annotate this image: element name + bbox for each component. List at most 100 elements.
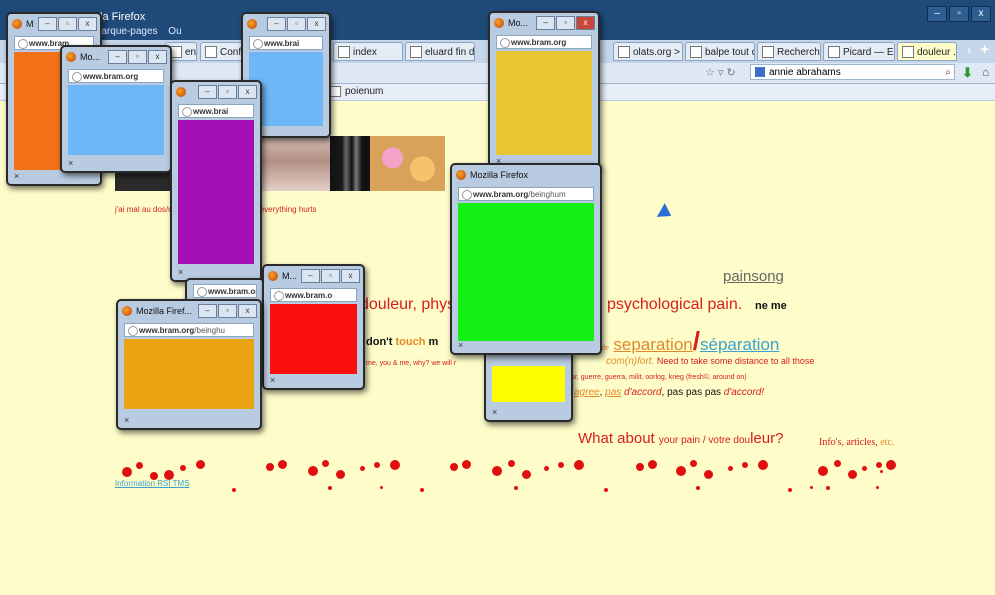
popup-controls: – ▫ x: [38, 17, 97, 31]
popup-minimize-button[interactable]: –: [38, 17, 57, 31]
popup-minimize-button[interactable]: –: [267, 17, 286, 31]
red-dot: [336, 470, 345, 479]
rsi-info-link[interactable]: Information RSI TMS: [115, 479, 190, 488]
popup-window-yellow-bottom[interactable]: ×: [484, 350, 573, 422]
popup-window-purple[interactable]: – ▫ x www.brai ×: [170, 80, 262, 282]
popup-window-light-blue[interactable]: Mo... – ▫ x www.bram.org ×: [60, 45, 172, 173]
red-dot: [558, 462, 564, 468]
agree-link[interactable]: agree: [574, 387, 600, 398]
popup-minimize-button[interactable]: –: [301, 269, 320, 283]
maximize-button[interactable]: ▫: [949, 6, 969, 22]
popup-controls: – ▫ x: [198, 304, 257, 318]
daccord-end-text: d'accord!: [723, 387, 765, 398]
reload-icon[interactable]: ☆ ▿ ↻: [705, 66, 736, 79]
popup-url-bar[interactable]: www.bram.org: [68, 69, 164, 83]
menu-item-outils[interactable]: Ou: [168, 26, 181, 37]
browser-tab[interactable]: eluard fin d...: [405, 42, 475, 61]
popup-minimize-button[interactable]: –: [198, 85, 217, 99]
popup-url-bar[interactable]: www.bram.org/beinghu: [124, 323, 254, 337]
red-dot: [834, 460, 841, 467]
bookmark-poienum[interactable]: poienum: [330, 86, 383, 97]
popup-url-bar[interactable]: www.bram.org/: [193, 284, 257, 298]
home-icon[interactable]: ⌂: [982, 65, 989, 79]
browser-tab[interactable]: index: [333, 42, 403, 61]
touch-link[interactable]: touch: [396, 336, 426, 348]
ne-me-text: ne me: [755, 300, 787, 312]
download-icon[interactable]: ⬇: [962, 65, 973, 81]
popup-maximize-button[interactable]: ▫: [287, 17, 306, 31]
separation-link[interactable]: separation: [613, 335, 692, 354]
popup-maximize-button[interactable]: ▫: [58, 17, 77, 31]
close-button[interactable]: x: [971, 6, 991, 22]
red-dot: [278, 460, 287, 469]
red-dot: [380, 486, 383, 489]
popup-maximize-button[interactable]: ▫: [556, 16, 575, 30]
separation-fr-link[interactable]: séparation: [700, 335, 779, 354]
popup-minimize-button[interactable]: –: [198, 304, 217, 318]
browser-tab[interactable]: Picard — Eq...: [823, 42, 895, 61]
red-dot: [690, 460, 697, 467]
pas-link[interactable]: pas: [605, 387, 621, 398]
red-dot: [360, 466, 365, 471]
popup-minimize-button[interactable]: –: [536, 16, 555, 30]
popup-status-close-icon[interactable]: ×: [178, 267, 183, 277]
tab-favicon-icon: [618, 46, 630, 59]
comfort-link[interactable]: com(n)fort.: [606, 356, 654, 367]
search-icon[interactable]: ⌕: [945, 65, 954, 81]
tab-overflow-button[interactable]: ›: [967, 43, 971, 57]
red-dot: [508, 460, 515, 467]
browser-tab[interactable]: olats.org > ...: [613, 42, 683, 61]
tab-label: olats.org > ...: [633, 47, 682, 58]
popup-url-bar[interactable]: www.brai: [249, 36, 323, 50]
popup-window-green[interactable]: Mozilla Firefox www.bram.org/beinghum ×: [450, 163, 602, 355]
etc-link[interactable]: etc.: [880, 437, 894, 448]
popup-close-button[interactable]: x: [238, 304, 257, 318]
new-tab-button[interactable]: +: [980, 41, 989, 58]
popup-status-close-icon[interactable]: ×: [14, 171, 19, 181]
red-dot: [880, 470, 883, 473]
dont-touch-rest: m: [425, 336, 439, 348]
popup-window-yellow-top[interactable]: Mo... – ▫ x www.bram.org ×: [488, 11, 600, 171]
browser-tab[interactable]: douleur ...: [897, 42, 957, 61]
popup-status-close-icon[interactable]: ×: [458, 340, 463, 350]
popup-status-close-icon[interactable]: ×: [68, 158, 73, 168]
browser-tab[interactable]: Confére: [200, 42, 246, 61]
popup-minimize-button[interactable]: –: [108, 50, 127, 64]
browser-tab[interactable]: Recherches ...: [757, 42, 821, 61]
popup-url-bar[interactable]: www.bram.o: [270, 288, 357, 302]
search-input[interactable]: annie abrahams ⌕: [750, 64, 955, 80]
red-dot: [420, 488, 424, 492]
red-dot: [122, 467, 132, 477]
search-engine-icon[interactable]: [755, 67, 765, 78]
popup-close-button[interactable]: x: [341, 269, 360, 283]
painsong-link[interactable]: painsong: [723, 268, 784, 285]
red-dot: [758, 460, 768, 470]
popup-maximize-button[interactable]: ▫: [321, 269, 340, 283]
browser-tab[interactable]: balpe tout d...: [685, 42, 755, 61]
popup-maximize-button[interactable]: ▫: [128, 50, 147, 64]
popup-status-close-icon[interactable]: ×: [124, 415, 129, 425]
minimize-button[interactable]: –: [927, 6, 947, 22]
red-dot: [876, 486, 879, 489]
popup-close-button[interactable]: x: [148, 50, 167, 64]
popup-maximize-button[interactable]: ▫: [218, 85, 237, 99]
window-title: la Firefox: [100, 11, 146, 23]
popup-close-button[interactable]: x: [78, 17, 97, 31]
infos-text: Info's, articles,: [819, 437, 881, 448]
red-dot: [788, 488, 792, 492]
popup-close-button[interactable]: x: [576, 16, 595, 30]
popup-color-panel: [68, 85, 164, 155]
red-dot: [522, 470, 531, 479]
you-me-text: me, you & me, why? we will r: [366, 360, 457, 367]
popup-status-close-icon[interactable]: ×: [270, 375, 275, 385]
popup-url-bar[interactable]: www.brai: [178, 104, 254, 118]
popup-maximize-button[interactable]: ▫: [218, 304, 237, 318]
popup-status-close-icon[interactable]: ×: [492, 407, 497, 417]
popup-window-amber[interactable]: Mozilla Firef... – ▫ x www.bram.org/beingh…: [116, 299, 262, 430]
popup-close-button[interactable]: x: [307, 17, 326, 31]
popup-close-button[interactable]: x: [238, 85, 257, 99]
popup-window-red[interactable]: M... – ▫ x www.bram.o ×: [262, 264, 365, 390]
popup-url-bar[interactable]: www.bram.org/beinghum: [458, 187, 594, 201]
menu-item-marque-pages[interactable]: Marque-pages: [93, 26, 157, 37]
popup-url-bar[interactable]: www.bram.org: [496, 35, 592, 49]
